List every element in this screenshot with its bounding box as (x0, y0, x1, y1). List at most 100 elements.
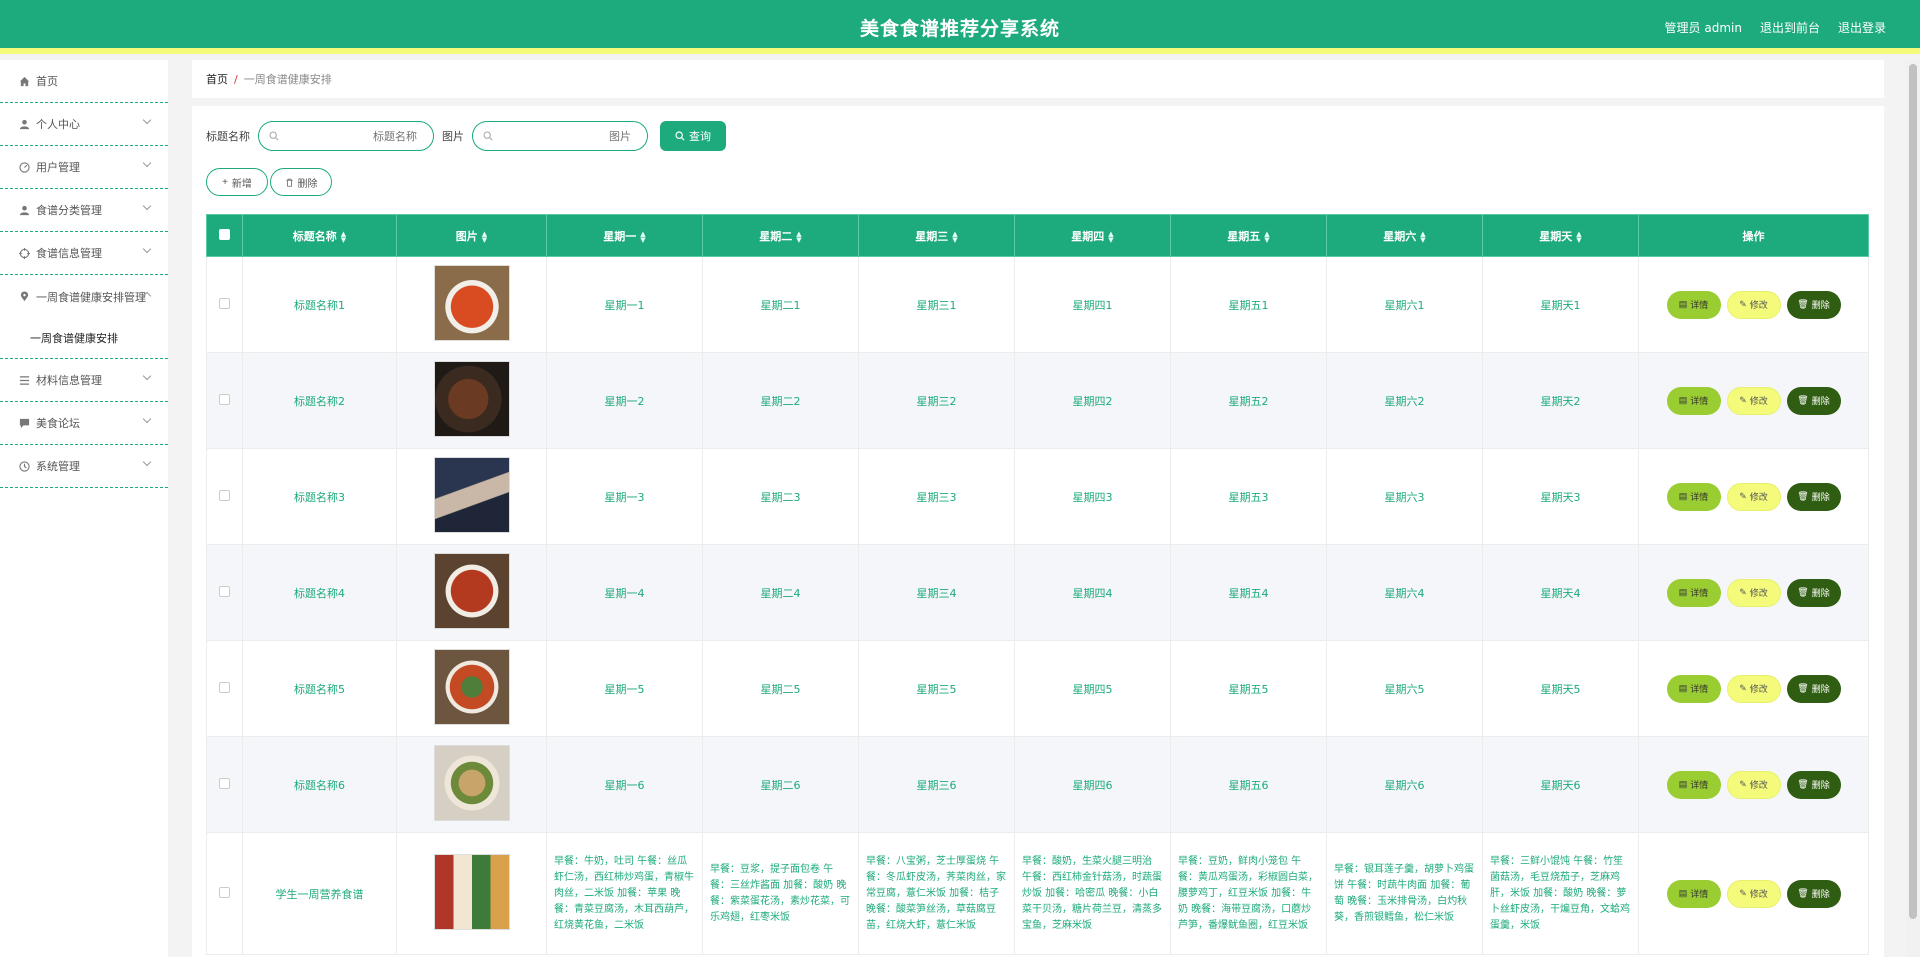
col-header-mon[interactable]: 星期一 ▲ ▼ (546, 214, 703, 257)
breadcrumb-separator: / (234, 72, 238, 86)
submenu-weekly-plan[interactable]: 一周食谱健康安排 (0, 318, 168, 359)
row-select-cell (206, 448, 243, 545)
col-header-wed[interactable]: 星期三 ▲ ▼ (858, 214, 1015, 257)
cell-image (396, 352, 547, 449)
cell-ops: ▤ 详情 ✎ 修改 🗑 删除 (1638, 832, 1869, 955)
header-links: 管理员 admin 退出到前台 退出登录 (1665, 19, 1886, 36)
col-header-fri[interactable]: 星期五 ▲ ▼ (1170, 214, 1327, 257)
detail-button[interactable]: ▤ 详情 (1666, 290, 1721, 319)
table-row: 标题名称1 星期一1 星期二1 星期三1 星期四1 星期五1 星期六1 星期天1 ▤ 详情 ✎ 修改 🗑… (206, 256, 1869, 353)
add-button[interactable]: + 新增 (206, 168, 268, 196)
cell-image (396, 736, 547, 833)
recipe-image (433, 265, 510, 341)
detail-button[interactable]: ▤ 详情 (1666, 386, 1721, 415)
title-filter-label: 标题名称 (206, 130, 250, 143)
col-header-sat[interactable]: 星期六 ▲ ▼ (1326, 214, 1483, 257)
detail-button[interactable]: ▤ 详情 (1666, 770, 1721, 799)
trash-icon: 🗑 (1797, 299, 1809, 309)
search-bar: 标题名称 图片 查询 (206, 121, 726, 151)
edit-button[interactable]: ✎ 修改 (1726, 482, 1781, 511)
sidebar-item-home[interactable]: 首页 (0, 60, 168, 103)
cell-d7: 星期天5 (1482, 640, 1639, 737)
sidebar-item-personal[interactable]: 个人中心 (0, 103, 168, 146)
sidebar-item-forum[interactable]: 美食论坛 (0, 402, 168, 445)
cell-d4: 星期四4 (1014, 544, 1171, 641)
delete-button[interactable]: 🗑 删除 (1786, 482, 1841, 511)
image-search-input[interactable] (473, 122, 647, 150)
cell-d5: 星期五5 (1170, 640, 1327, 737)
detail-button[interactable]: ▤ 详情 (1666, 674, 1721, 703)
doc-icon: ▤ (1678, 299, 1688, 309)
row-checkbox[interactable] (219, 886, 230, 898)
sidebar-item-recipe-info[interactable]: 食谱信息管理 (0, 232, 168, 275)
detail-button[interactable]: ▤ 详情 (1666, 578, 1721, 607)
scrollbar-thumb[interactable] (1909, 64, 1917, 919)
cell-d4: 星期四1 (1014, 256, 1171, 353)
sidebar-item-label: 食谱分类管理 (36, 204, 102, 217)
cell-d5: 星期五6 (1170, 736, 1327, 833)
col-header-title[interactable]: 标题名称 ▲ ▼ (242, 214, 397, 257)
cell-d4: 星期四5 (1014, 640, 1171, 737)
admin-label: 管理员 admin (1664, 21, 1742, 35)
delete-button[interactable]: 🗑 删除 (1786, 770, 1841, 799)
row-checkbox[interactable] (219, 585, 230, 597)
cell-d4: 早餐：酸奶，生菜火腿三明治 午餐：西红柿金针菇汤，时蔬蛋炒饭 加餐：哈密瓜 晚餐… (1014, 832, 1171, 955)
detail-button[interactable]: ▤ 详情 (1666, 879, 1721, 908)
title-search-input[interactable] (259, 122, 433, 150)
chevron-down-icon (142, 244, 152, 254)
select-all-checkbox[interactable] (219, 228, 230, 240)
front-link[interactable]: 退出到前台 (1760, 19, 1820, 36)
delete-button[interactable]: 🗑 删除 (1786, 578, 1841, 607)
cell-d1: 星期一3 (546, 448, 703, 545)
col-header-image[interactable]: 图片 ▲ ▼ (396, 214, 547, 257)
breadcrumb-home[interactable]: 首页 (206, 71, 228, 87)
doc-icon: ▤ (1678, 888, 1688, 898)
cell-ops: ▤ 详情 ✎ 修改 🗑 删除 (1638, 640, 1869, 737)
edit-button[interactable]: ✎ 修改 (1726, 879, 1781, 908)
page-scrollbar[interactable] (1906, 60, 1920, 957)
delete-button[interactable]: 🗑 删除 (1786, 386, 1841, 415)
delete-button[interactable]: 🗑 删除 (1786, 290, 1841, 319)
recipe-image (433, 553, 510, 629)
cell-title: 学生一周营养食谱 (242, 832, 397, 955)
image-search-field[interactable] (472, 121, 648, 151)
row-checkbox[interactable] (219, 777, 230, 789)
delete-button[interactable]: 🗑 删除 (1786, 674, 1841, 703)
cell-ops: ▤ 详情 ✎ 修改 🗑 删除 (1638, 448, 1869, 545)
edit-button[interactable]: ✎ 修改 (1726, 674, 1781, 703)
detail-button[interactable]: ▤ 详情 (1666, 482, 1721, 511)
search-icon (269, 131, 279, 141)
row-checkbox[interactable] (219, 489, 230, 501)
logout-link[interactable]: 退出登录 (1838, 19, 1886, 36)
trash-icon (286, 178, 292, 187)
delete-button[interactable]: 🗑 删除 (1786, 879, 1841, 908)
edit-button[interactable]: ✎ 修改 (1726, 386, 1781, 415)
row-checkbox[interactable] (219, 681, 230, 693)
doc-icon: ▤ (1678, 779, 1688, 789)
row-checkbox[interactable] (219, 393, 230, 405)
col-header-tue[interactable]: 星期二 ▲ ▼ (702, 214, 859, 257)
col-header-thu[interactable]: 星期四 ▲ ▼ (1014, 214, 1171, 257)
edit-button[interactable]: ✎ 修改 (1726, 578, 1781, 607)
cell-d1: 星期一6 (546, 736, 703, 833)
main-content: 标题名称 图片 查询 + 新增 删除 (192, 106, 1884, 957)
row-select-cell (206, 256, 243, 353)
sidebar-item-recipe-category[interactable]: 食谱分类管理 (0, 189, 168, 232)
sidebar-item-system[interactable]: 系统管理 (0, 445, 168, 488)
trash-icon: 🗑 (1797, 779, 1809, 789)
sidebar-item-materials[interactable]: 材料信息管理 (0, 359, 168, 402)
bulk-delete-button[interactable]: 删除 (270, 168, 332, 196)
cell-d5: 星期五1 (1170, 256, 1327, 353)
sort-icon: ▲ ▼ (1108, 229, 1114, 244)
query-button[interactable]: 查询 (660, 121, 726, 151)
edit-button[interactable]: ✎ 修改 (1726, 290, 1781, 319)
title-search-field[interactable] (258, 121, 434, 151)
sidebar-item-label: 首页 (36, 75, 58, 88)
row-checkbox[interactable] (219, 297, 230, 309)
col-header-sun[interactable]: 星期天 ▲ ▼ (1482, 214, 1639, 257)
cell-d6: 星期六1 (1326, 256, 1483, 353)
pencil-icon: ✎ (1739, 491, 1747, 501)
sidebar-item-weekly-plan[interactable]: 一周食谱健康安排管理 (0, 275, 168, 318)
sidebar-item-users[interactable]: 用户管理 (0, 146, 168, 189)
edit-button[interactable]: ✎ 修改 (1726, 770, 1781, 799)
